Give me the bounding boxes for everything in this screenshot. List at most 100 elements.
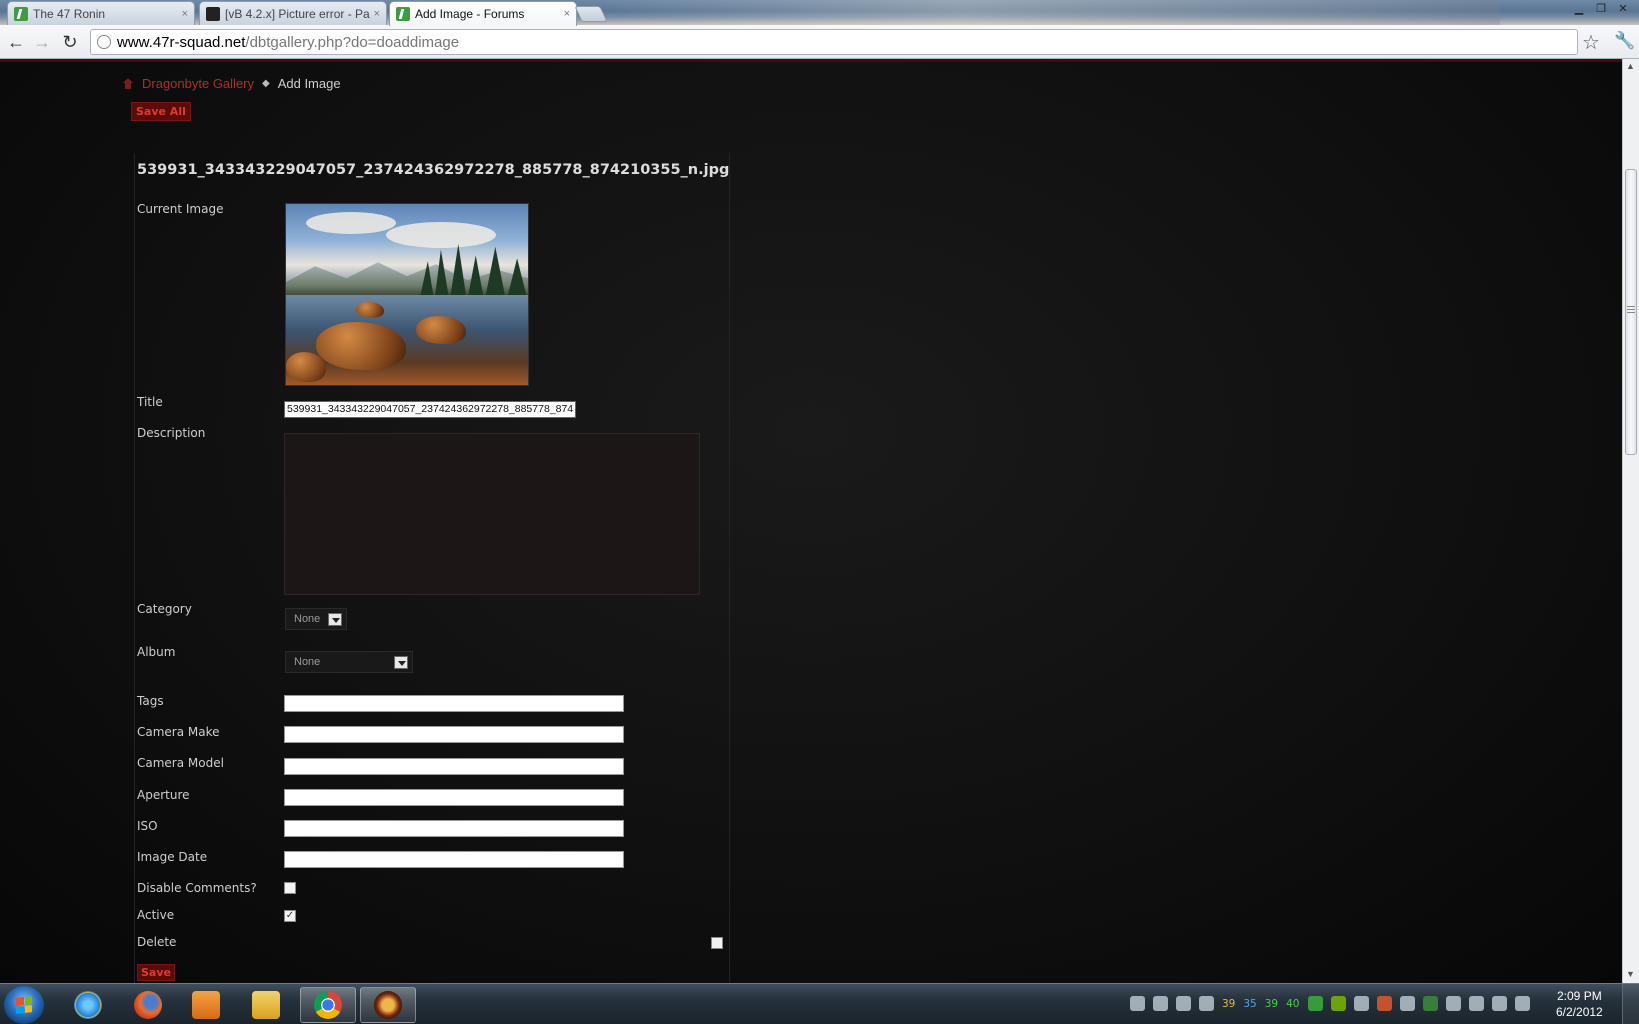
firefox-icon xyxy=(134,991,162,1019)
tags-label: Tags xyxy=(137,694,164,708)
iso-input[interactable] xyxy=(284,820,624,837)
delete-label: Delete xyxy=(137,935,177,949)
browser-toolbar: ← → ↻ www.47r-squad.net/dbtgallery.php?d… xyxy=(0,25,1639,59)
description-label: Description xyxy=(137,426,206,440)
minimize-icon[interactable]: ▁ xyxy=(1569,2,1589,16)
description-textarea[interactable] xyxy=(284,433,700,595)
temp-readout-1: 39 xyxy=(1222,997,1236,1010)
image-date-label: Image Date xyxy=(137,850,208,864)
active-checkbox[interactable]: ✓ xyxy=(284,910,296,922)
image-date-input[interactable] xyxy=(284,851,624,868)
page-scrollbar[interactable]: ▲ ▼ xyxy=(1622,59,1639,983)
temp-readout-2: 35 xyxy=(1243,997,1257,1010)
site-favicon-icon xyxy=(14,6,28,21)
window-close-icon[interactable]: ✕ xyxy=(1613,2,1633,16)
save-button[interactable]: Save xyxy=(137,964,175,981)
scroll-up-icon[interactable]: ▲ xyxy=(1626,61,1635,71)
reload-icon[interactable]: ↻ xyxy=(60,32,80,52)
taskbar-outlook[interactable] xyxy=(238,987,294,1023)
album-label: Album xyxy=(137,645,176,659)
scrollbar-thumb[interactable] xyxy=(1625,169,1637,455)
album-selected: None xyxy=(294,656,321,668)
system-clock[interactable]: 2:09 PM 6/2/2012 xyxy=(1556,988,1603,1020)
tray-app-icon[interactable] xyxy=(1176,996,1191,1011)
taskbar-diablo[interactable] xyxy=(360,987,416,1023)
back-icon[interactable]: ← xyxy=(6,32,26,52)
maximize-icon[interactable]: ❐ xyxy=(1591,2,1611,16)
internet-explorer-icon xyxy=(74,991,102,1019)
home-icon[interactable] xyxy=(122,77,134,90)
outlook-icon xyxy=(252,991,280,1019)
active-label: Active xyxy=(137,908,175,922)
security-tray-icon[interactable] xyxy=(1307,996,1323,1011)
bookmark-star-icon[interactable]: ☆ xyxy=(1582,30,1600,55)
diablo-icon xyxy=(374,991,402,1019)
close-icon[interactable]: × xyxy=(564,8,570,20)
tags-input[interactable] xyxy=(284,695,624,712)
tray-app-icon[interactable] xyxy=(1199,996,1214,1011)
breadcrumb-separator: ◆ xyxy=(262,78,270,89)
flag-tray-icon[interactable] xyxy=(1353,996,1369,1011)
clock-time: 2:09 PM xyxy=(1557,989,1602,1003)
current-image-thumbnail xyxy=(285,203,529,386)
nvidia-tray-icon[interactable] xyxy=(1330,996,1346,1011)
temp-readout-3: 39 xyxy=(1264,997,1279,1010)
disable-comments-label: Disable Comments? xyxy=(137,881,257,895)
tab-the-47-ronin[interactable]: The 47 Ronin × xyxy=(7,1,195,25)
breadcrumb: Dragonbyte Gallery ◆ Add Image xyxy=(122,76,341,91)
taskbar-firefox[interactable] xyxy=(120,987,176,1023)
tab-title: Add Image - Forums xyxy=(415,7,525,21)
url-path: /dbtgallery.php?do=doaddimage xyxy=(245,33,460,51)
show-desktop-button[interactable] xyxy=(1622,984,1639,1024)
taskbar-media-player[interactable] xyxy=(178,987,234,1023)
aperture-input[interactable] xyxy=(284,789,624,806)
camera-model-input[interactable] xyxy=(284,758,624,775)
thumbnail-cloud xyxy=(386,222,496,248)
tray-app-icon[interactable] xyxy=(1399,996,1415,1011)
volume-tray-icon[interactable] xyxy=(1514,996,1530,1011)
tray-app-icon[interactable] xyxy=(1422,996,1438,1011)
breadcrumb-current: Add Image xyxy=(277,76,341,91)
camera-model-label: Camera Model xyxy=(137,756,224,770)
close-icon[interactable]: × xyxy=(374,8,380,20)
site-favicon-icon xyxy=(396,7,410,21)
tab-add-image[interactable]: Add Image - Forums × xyxy=(389,1,577,26)
windows-logo-icon xyxy=(16,996,32,1014)
tab-title: The 47 Ronin xyxy=(33,6,106,21)
wrench-menu-icon[interactable]: 🔧 xyxy=(1614,31,1635,51)
new-tab-button[interactable] xyxy=(574,6,608,22)
clock-date: 6/2/2012 xyxy=(1556,1005,1603,1019)
steam-tray-icon[interactable] xyxy=(1130,996,1145,1011)
camera-make-label: Camera Make xyxy=(137,725,220,739)
dropdown-arrow-icon xyxy=(328,613,342,626)
breadcrumb-link-gallery[interactable]: Dragonbyte Gallery xyxy=(142,76,254,91)
camera-make-input[interactable] xyxy=(284,726,624,743)
thumbnail-cloud xyxy=(306,212,396,234)
album-select[interactable]: None xyxy=(285,651,413,673)
thumbnail-rock xyxy=(286,352,326,382)
start-button[interactable] xyxy=(4,986,44,1024)
taskbar-ie[interactable] xyxy=(60,987,116,1023)
close-icon[interactable]: × xyxy=(182,8,188,20)
url-host: www.47r-squad.net xyxy=(117,33,246,51)
tray-app-icon[interactable] xyxy=(1376,996,1392,1011)
globe-icon xyxy=(97,35,111,49)
title-input[interactable]: 539931_343343229047057_237424362972278_8… xyxy=(284,401,576,418)
display-tray-icon[interactable] xyxy=(1491,996,1507,1011)
taskbar-chrome[interactable] xyxy=(300,987,356,1023)
keyboard-tray-icon[interactable] xyxy=(1445,996,1461,1011)
delete-checkbox[interactable] xyxy=(711,937,723,949)
tray-app-icon[interactable] xyxy=(1468,996,1484,1011)
scrollbar-grip xyxy=(1627,306,1635,307)
save-all-button[interactable]: Save All xyxy=(131,102,191,121)
vbulletin-favicon-icon xyxy=(206,6,220,21)
current-image-label: Current Image xyxy=(137,202,224,216)
forward-icon[interactable]: → xyxy=(32,32,52,52)
category-select[interactable]: None xyxy=(285,608,347,630)
tab-vb-picture-error[interactable]: [vB 4.2.x] Picture error - Pag × xyxy=(199,1,387,25)
address-bar[interactable]: www.47r-squad.net/dbtgallery.php?do=doad… xyxy=(90,29,1578,55)
scroll-down-icon[interactable]: ▼ xyxy=(1626,969,1635,979)
network-tray-icon[interactable] xyxy=(1153,996,1168,1011)
system-tray: 39 35 39 40 xyxy=(1130,996,1530,1011)
disable-comments-checkbox[interactable] xyxy=(284,882,296,894)
